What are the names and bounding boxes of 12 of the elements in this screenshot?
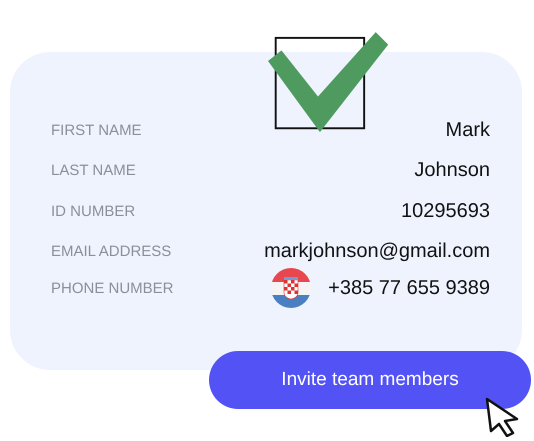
field-label: ID NUMBER: [51, 202, 136, 220]
field-value: +385 77 655 9389: [328, 276, 490, 300]
invite-button[interactable]: Invite team members: [209, 351, 531, 409]
field-value: markjohnson@gmail.com: [264, 240, 490, 264]
field-label: PHONE NUMBER: [51, 280, 174, 297]
field-value: 10295693: [401, 200, 490, 223]
flag-icon: [271, 268, 312, 308]
field-value: Johnson: [414, 159, 490, 182]
field-label: FIRST NAME: [51, 122, 142, 139]
field-value: Mark: [446, 118, 490, 142]
field-label: LAST NAME: [51, 162, 136, 180]
field-label: EMAIL ADDRESS: [51, 243, 172, 260]
